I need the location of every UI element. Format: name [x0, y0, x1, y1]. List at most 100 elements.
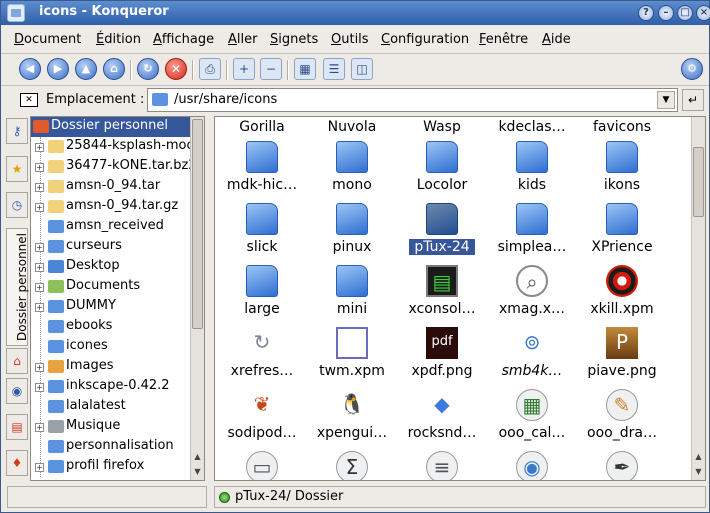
tree-item[interactable]: + Musique	[31, 417, 191, 437]
sidebar-tab-home[interactable]: Dossier personnel	[6, 228, 29, 346]
file-item[interactable]: simplea…	[487, 201, 577, 263]
tree-item[interactable]: + inkscape-0.42.2	[31, 377, 191, 397]
file-item[interactable]: mini	[307, 263, 397, 325]
file-item[interactable]: XPrience	[577, 201, 667, 263]
menu-affichage[interactable]: Affichage	[153, 32, 214, 47]
file-item[interactable]: ✎ ooo_dra…	[577, 387, 667, 449]
tree-scrollbar[interactable]: ▲ ▼	[190, 117, 204, 480]
file-item[interactable]: mono	[307, 139, 397, 201]
help-icon[interactable]: ?	[638, 5, 654, 21]
history-clock-icon[interactable]: ◷	[6, 192, 28, 218]
menu-fenetre[interactable]: Fenêtre	[479, 32, 528, 47]
expand-icon[interactable]: +	[35, 463, 44, 472]
menu-outils[interactable]: Outils	[331, 32, 369, 47]
file-item[interactable]: twm.xpm	[307, 325, 397, 387]
file-item[interactable]: ⊚ smb4k…	[487, 325, 577, 387]
tree-item[interactable]: + profil firefox	[31, 457, 191, 477]
icon-view-icon[interactable]: ▦	[294, 58, 316, 80]
file-item[interactable]: ▦ ooo_cal…	[487, 387, 577, 449]
scroll-up-icon[interactable]: ▲	[692, 450, 705, 464]
clear-location-icon[interactable]: ✕	[20, 93, 38, 107]
tree-item[interactable]: amsn_received	[31, 217, 191, 237]
tree-item[interactable]: + Images	[31, 357, 191, 377]
zoom-out-icon[interactable]: −	[260, 58, 282, 80]
menu-aide[interactable]: Aide	[542, 32, 571, 47]
zoom-in-icon[interactable]: +	[233, 58, 255, 80]
iconview-scrollbar[interactable]: ▲ ▼	[691, 117, 705, 480]
go-icon[interactable]: ↵	[682, 89, 704, 111]
expand-icon[interactable]: +	[35, 143, 44, 152]
file-item[interactable]: pTux-24	[397, 201, 487, 263]
services-folder-icon[interactable]: ▤	[6, 414, 28, 440]
tree-item[interactable]: + amsn-0_94.tar	[31, 177, 191, 197]
file-item[interactable]: ⌕ xmag.x…	[487, 263, 577, 325]
file-item[interactable]: mdk-hic…	[217, 139, 307, 201]
file-item[interactable]: ◆ rocksnd…	[397, 387, 487, 449]
up-icon[interactable]: ▲	[75, 58, 97, 80]
minimize-icon[interactable]: –	[658, 5, 674, 21]
file-item[interactable]: Ppiave.png	[577, 325, 667, 387]
folder-tree[interactable]: Dossier personnel +25844-ksplash-moo +3647…	[30, 116, 205, 481]
expand-icon[interactable]: +	[35, 363, 44, 372]
file-item[interactable]: slick	[217, 201, 307, 263]
file-item[interactable]: ikons	[577, 139, 667, 201]
tree-item[interactable]: + Desktop	[31, 257, 191, 277]
forward-icon[interactable]: ▶	[47, 58, 69, 80]
location-value[interactable]: /usr/share/icons	[174, 92, 277, 107]
tree-scrollbar-thumb[interactable]	[192, 119, 203, 329]
home-icon[interactable]: ⌂	[103, 58, 125, 80]
tree-item[interactable]: +25844-ksplash-moo	[31, 137, 194, 157]
stop-icon[interactable]: ✕	[165, 58, 187, 80]
pin-icon[interactable]: ♦	[6, 450, 28, 476]
tree-item[interactable]: + DUMMY	[31, 297, 191, 317]
expand-icon[interactable]: +	[35, 423, 44, 432]
close-icon[interactable]: ×	[696, 5, 710, 21]
tree-item[interactable]: icones	[31, 337, 191, 357]
file-icon-view[interactable]: Gorilla Nuvola Wasp kdeclas… favicons mdk-hic…	[214, 116, 706, 481]
file-item[interactable]: ↻ xrefres…	[217, 325, 307, 387]
file-item[interactable]: large	[217, 263, 307, 325]
expand-icon[interactable]: +	[35, 243, 44, 252]
file-item[interactable]: ▤ xconsol…	[397, 263, 487, 325]
tree-item[interactable]: + Documents	[31, 277, 191, 297]
file-item[interactable]: pinux	[307, 201, 397, 263]
reload-icon[interactable]: ↻	[137, 58, 159, 80]
file-item[interactable]: Σ	[307, 449, 397, 480]
panel-splitter[interactable]	[206, 116, 214, 481]
tree-item[interactable]: Dossier personnel	[31, 117, 191, 137]
preview-icon[interactable]: ◫	[351, 58, 373, 80]
file-item[interactable]: pdf xpdf.png	[397, 325, 487, 387]
file-item[interactable]: ✒	[577, 449, 667, 480]
file-item[interactable]: 🐧 xpengui…	[307, 387, 397, 449]
tree-item[interactable]: personnalisation	[31, 437, 191, 457]
home-folder-icon[interactable]: ⌂	[6, 348, 28, 374]
tree-item[interactable]: + curseurs	[31, 237, 191, 257]
expand-icon[interactable]: +	[35, 263, 44, 272]
file-item[interactable]: xkill.xpm	[577, 263, 667, 325]
scroll-down-icon[interactable]: ▼	[692, 465, 705, 479]
file-item[interactable]: ❦ sodipod…	[217, 387, 307, 449]
expand-icon[interactable]: +	[35, 203, 44, 212]
menu-edition[interactable]: Édition	[96, 32, 141, 47]
tree-view-icon[interactable]: ☰	[323, 58, 345, 80]
scroll-down-icon[interactable]: ▼	[191, 465, 204, 479]
tree-item[interactable]: +36477-kONE.tar.bz2	[31, 157, 197, 177]
location-combobox[interactable]: /usr/share/icons ▼	[147, 88, 678, 112]
menu-configuration[interactable]: Configuration	[381, 32, 469, 47]
bookmark-key-icon[interactable]: ⚷	[6, 118, 28, 144]
menu-signets[interactable]: Signets	[270, 32, 318, 47]
tree-item[interactable]: + amsn-0_94.tar.gz	[31, 197, 191, 217]
expand-icon[interactable]: +	[35, 163, 44, 172]
file-item[interactable]: kids	[487, 139, 577, 201]
tree-item[interactable]: ebooks	[31, 317, 191, 337]
file-item[interactable]: ≡	[397, 449, 487, 480]
tree-item[interactable]: lalalatest	[31, 397, 191, 417]
file-item[interactable]: Locolor	[397, 139, 487, 201]
chevron-down-icon[interactable]: ▼	[657, 91, 675, 109]
scroll-up-icon[interactable]: ▲	[191, 450, 204, 464]
expand-icon[interactable]: +	[35, 303, 44, 312]
expand-icon[interactable]: +	[35, 283, 44, 292]
configure-icon[interactable]: ⚙	[681, 58, 703, 80]
network-icon[interactable]: ◉	[6, 378, 28, 404]
title-bar[interactable]: icons - Konqueror ? – □ ×	[1, 1, 710, 25]
